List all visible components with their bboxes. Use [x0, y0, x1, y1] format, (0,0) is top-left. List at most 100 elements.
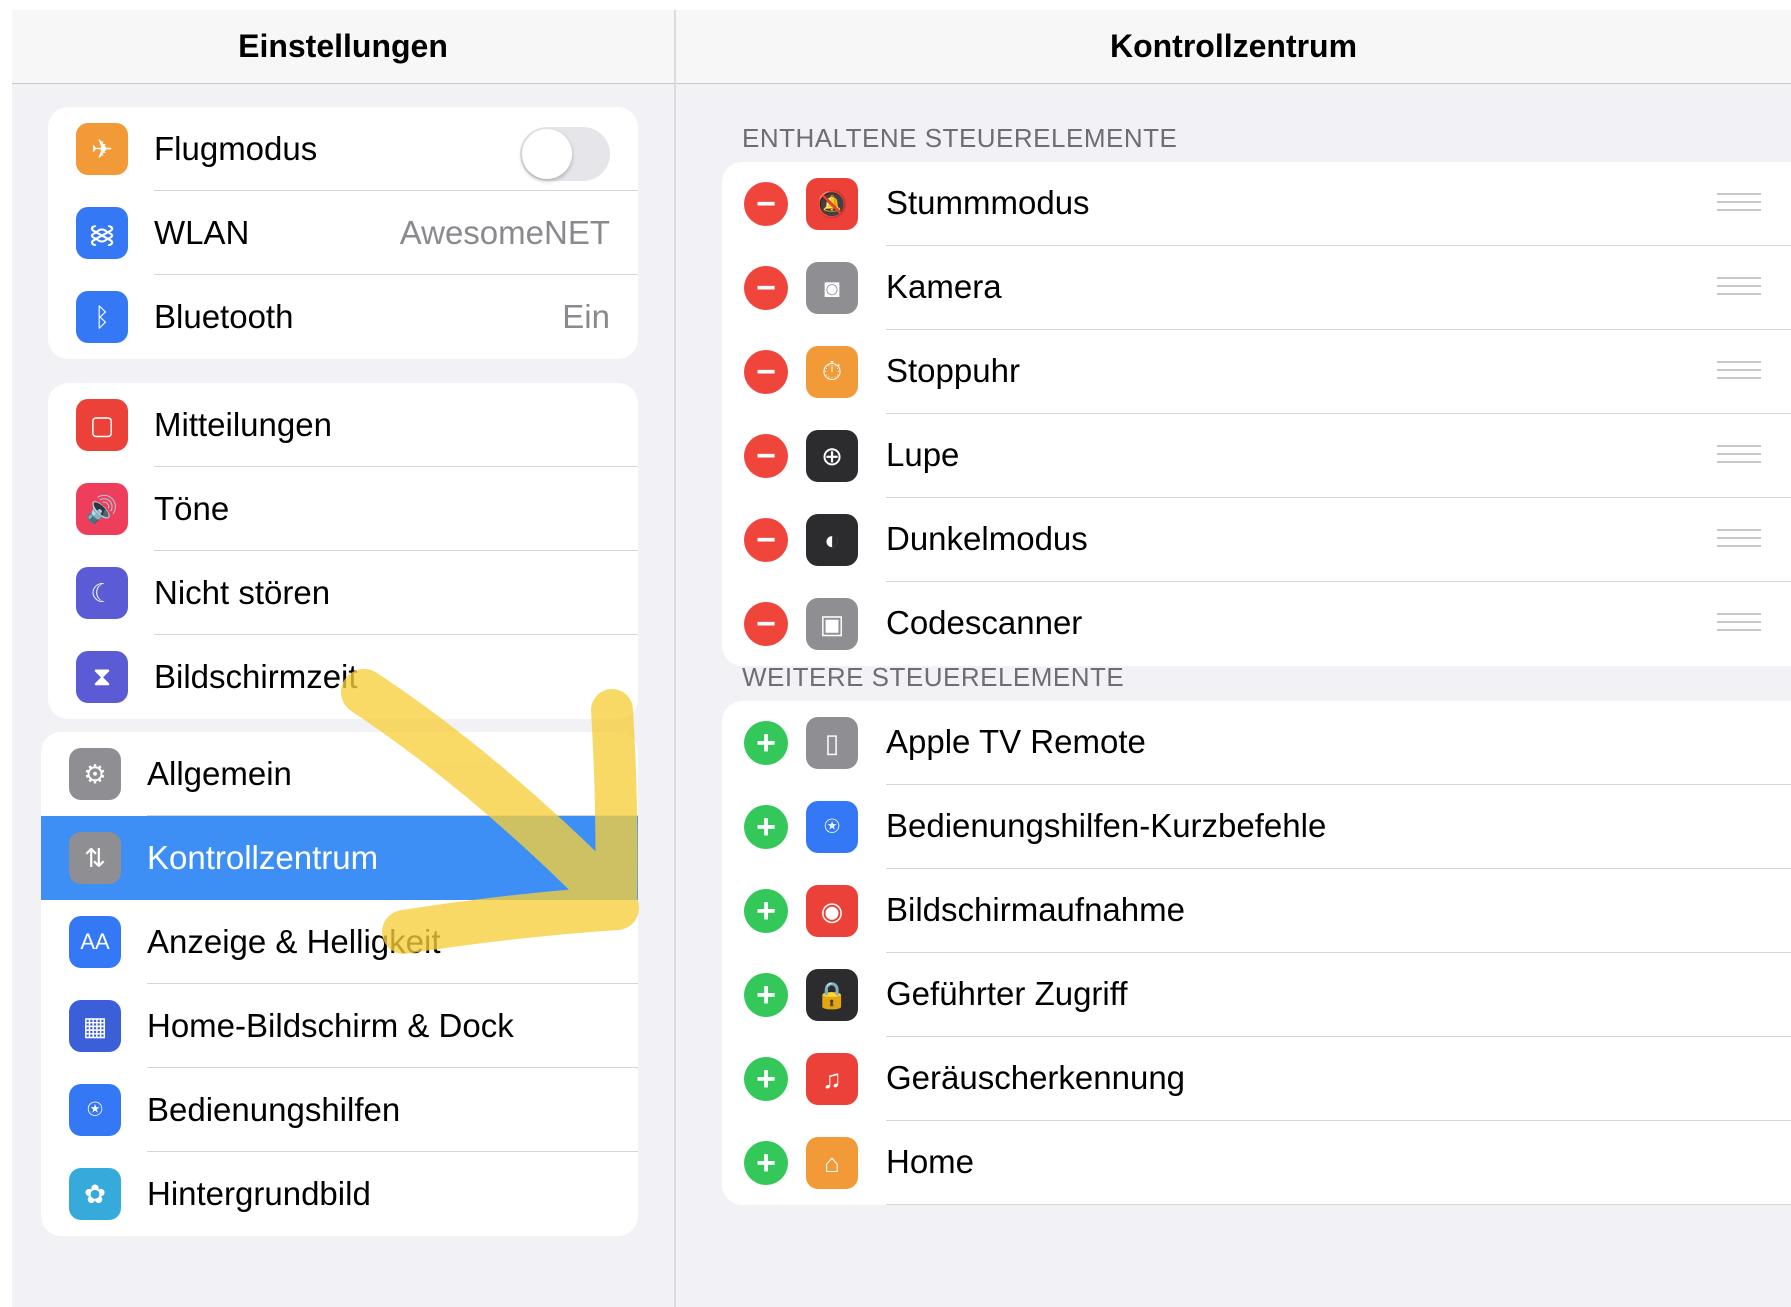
handle-line	[1717, 369, 1761, 371]
control-label: Bedienungshilfen-Kurzbefehle	[886, 807, 1327, 844]
add-control-button[interactable]: +	[744, 1141, 788, 1185]
add-control-button[interactable]: +	[744, 721, 788, 765]
connectivity-group: ✈ Flugmodus ᯼ WLAN AwesomeNET ᛒ Bluetooth Ein	[48, 107, 638, 359]
sidebar-item-mitteilungen[interactable]: ▢ Mitteilungen	[48, 383, 638, 467]
gear-icon: ⚙	[69, 748, 121, 800]
control-label: Geräuscherkennung	[886, 1059, 1186, 1096]
reorder-handle-icon[interactable]	[1717, 445, 1761, 467]
general-group: ⚙ Allgemein ⇅ Kontrollzentrum AA Anzeige & He…	[41, 732, 638, 1236]
add-control-button[interactable]: +	[744, 973, 788, 1017]
sidebar-item-nicht-storen[interactable]: ☾ Nicht stören	[48, 551, 638, 635]
notifications-group: ▢ Mitteilungen 🔊 Töne ☾ Nicht stören ⧗ Bildschi…	[48, 383, 638, 719]
control-row-lupe: − ⊕ Lupe	[722, 414, 1791, 498]
control-center-pane: Kontrollzentrum ENTHALTENE STEUERELEMENT…	[676, 10, 1791, 1307]
camera-icon: ◙	[806, 262, 858, 314]
settings-sidebar: Einstellungen ✈ Flugmodus ᯼ WLAN AwesomeNET ᛒ…	[12, 10, 674, 1307]
sidebar-item-label: Töne	[154, 490, 230, 527]
sidebar-item-bedienungshilfen[interactable]: ⍟ Bedienungshilfen	[41, 1068, 638, 1152]
handle-line	[1717, 361, 1761, 363]
sidebar-item-bluetooth[interactable]: ᛒ Bluetooth Ein	[48, 275, 638, 359]
airplane-icon: ✈	[76, 123, 128, 175]
sound-recognition-icon: ♫	[806, 1053, 858, 1105]
handle-line	[1717, 193, 1761, 195]
dark-mode-icon: ◐	[806, 514, 858, 566]
control-label: Codescanner	[886, 604, 1083, 641]
remove-control-button[interactable]: −	[744, 182, 788, 226]
control-label: Bildschirmaufnahme	[886, 891, 1185, 928]
control-row-home: + ⌂ Home	[722, 1121, 1791, 1205]
remove-control-button[interactable]: −	[744, 350, 788, 394]
sidebar-item-anzeige-helligkeit[interactable]: AA Anzeige & Helligkeit	[41, 900, 638, 984]
included-section-header: ENTHALTENE STEUERELEMENTE	[742, 123, 1178, 153]
remove-control-button[interactable]: −	[744, 518, 788, 562]
control-label: Apple TV Remote	[886, 723, 1146, 760]
control-row-stummmodus: − 🔕 Stummmodus	[722, 162, 1791, 246]
reorder-handle-icon[interactable]	[1717, 193, 1761, 215]
control-label: Stoppuhr	[886, 352, 1020, 389]
sidebar-item-label: Home-Bildschirm & Dock	[147, 1007, 514, 1044]
sidebar-item-label: Flugmodus	[154, 130, 318, 167]
sidebar-item-bildschirmzeit[interactable]: ⧗ Bildschirmzeit	[48, 635, 638, 719]
hourglass-icon: ⧗	[76, 651, 128, 703]
sidebar-item-tone[interactable]: 🔊 Töne	[48, 467, 638, 551]
remove-control-button[interactable]: −	[744, 434, 788, 478]
flower-icon: ✿	[69, 1168, 121, 1220]
lock-icon: 🔒	[806, 969, 858, 1021]
handle-line	[1717, 209, 1761, 211]
reorder-handle-icon[interactable]	[1717, 277, 1761, 299]
add-control-button[interactable]: +	[744, 889, 788, 933]
sidebar-item-label: Bildschirmzeit	[154, 658, 358, 695]
handle-line	[1717, 293, 1761, 295]
remove-control-button[interactable]: −	[744, 266, 788, 310]
sidebar-item-hintergrundbild[interactable]: ✿ Hintergrundbild	[41, 1152, 638, 1236]
sidebar-item-label: Mitteilungen	[154, 406, 332, 443]
home-icon: ⌂	[806, 1137, 858, 1189]
remote-icon: ▯	[806, 717, 858, 769]
qr-code-icon: ▣	[806, 598, 858, 650]
reorder-handle-icon[interactable]	[1717, 613, 1761, 635]
handle-line	[1717, 277, 1761, 279]
reorder-handle-icon[interactable]	[1717, 361, 1761, 383]
more-section-header: WEITERE STEUERELEMENTE	[742, 662, 1125, 692]
remove-control-button[interactable]: −	[744, 602, 788, 646]
control-label: Kamera	[886, 268, 1002, 305]
sidebar-title: Einstellungen	[12, 10, 674, 84]
handle-line	[1717, 529, 1761, 531]
sidebar-item-label: Bluetooth	[154, 298, 294, 335]
wifi-icon: ᯼	[76, 207, 128, 259]
sidebar-item-home-bildschirm-dock[interactable]: ▦ Home-Bildschirm & Dock	[41, 984, 638, 1068]
sidebar-item-kontrollzentrum[interactable]: ⇅ Kontrollzentrum	[41, 816, 638, 900]
control-row-codescanner: − ▣ Codescanner	[722, 582, 1791, 666]
sidebar-item-allgemein[interactable]: ⚙ Allgemein	[41, 732, 638, 816]
moon-icon: ☾	[76, 567, 128, 619]
control-row-apple-tv-remote: + ▯ Apple TV Remote	[722, 701, 1791, 785]
control-label: Lupe	[886, 436, 960, 473]
handle-line	[1717, 621, 1761, 623]
settings-window: Einstellungen ✈ Flugmodus ᯼ WLAN AwesomeNET ᛒ…	[12, 10, 1791, 1307]
control-label: Stummmodus	[886, 184, 1090, 221]
handle-line	[1717, 453, 1761, 455]
airplane-mode-toggle[interactable]	[520, 127, 610, 181]
add-control-button[interactable]: +	[744, 1057, 788, 1101]
sidebar-item-value: AwesomeNET	[399, 214, 610, 251]
sidebar-item-label: Kontrollzentrum	[147, 839, 379, 876]
control-row-bedienungshilfen-kurzbefehle: + ⍟ Bedienungshilfen-Kurzbefehle	[722, 785, 1791, 869]
switches-icon: ⇅	[69, 832, 121, 884]
row-separator	[886, 1204, 1791, 1205]
handle-line	[1717, 629, 1761, 631]
reorder-handle-icon[interactable]	[1717, 529, 1761, 551]
notifications-icon: ▢	[76, 399, 128, 451]
control-row-dunkelmodus: − ◐ Dunkelmodus	[722, 498, 1791, 582]
sidebar-item-label: Bedienungshilfen	[147, 1091, 401, 1128]
sidebar-item-wlan[interactable]: ᯼ WLAN AwesomeNET	[48, 191, 638, 275]
page-title: Kontrollzentrum	[676, 10, 1791, 84]
app-grid-icon: ▦	[69, 1000, 121, 1052]
handle-line	[1717, 537, 1761, 539]
sidebar-item-flugmodus[interactable]: ✈ Flugmodus	[48, 107, 638, 191]
bell-slash-icon: 🔕	[806, 178, 858, 230]
handle-line	[1717, 377, 1761, 379]
add-control-button[interactable]: +	[744, 805, 788, 849]
sidebar-item-label: Nicht stören	[154, 574, 331, 611]
handle-line	[1717, 545, 1761, 547]
accessibility-icon: ⍟	[69, 1084, 121, 1136]
